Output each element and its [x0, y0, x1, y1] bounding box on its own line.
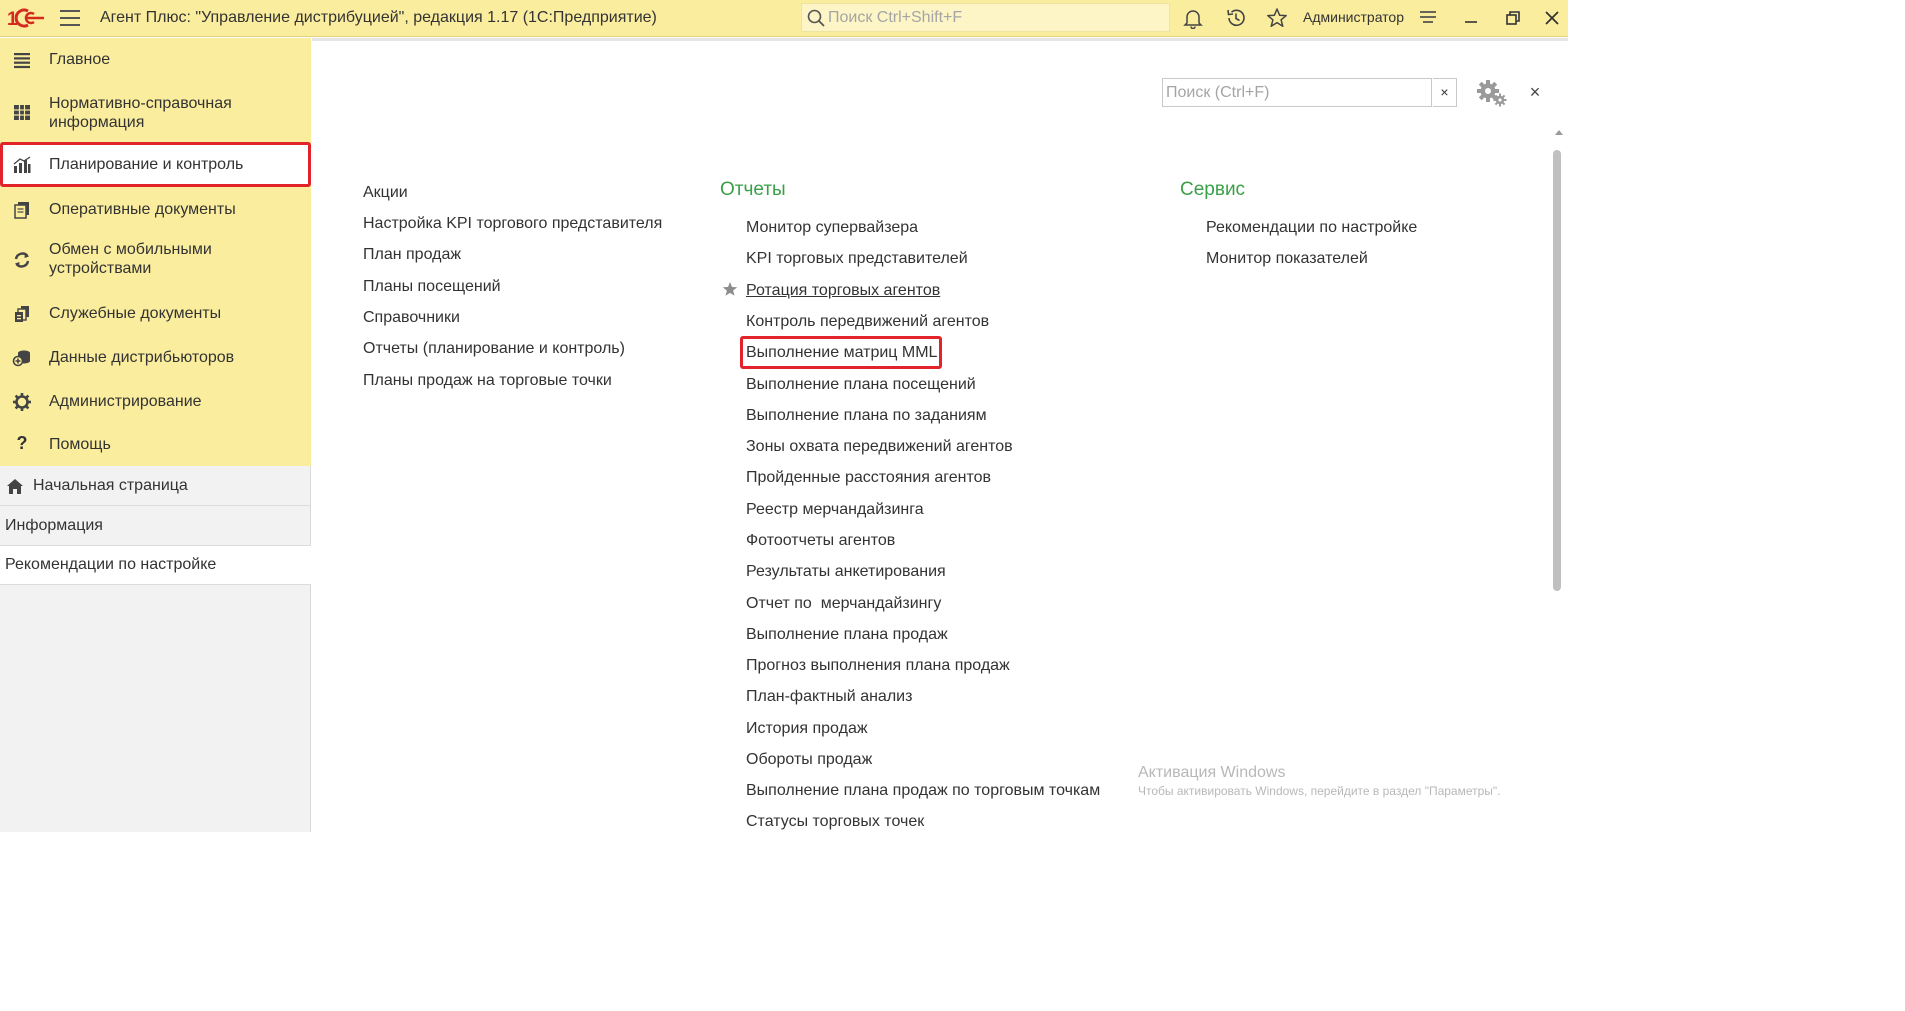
report-link[interactable]: План-фактный анализ [746, 688, 912, 706]
section-main[interactable]: Главное [0, 38, 311, 81]
question-icon: ? [16, 433, 28, 453]
home-page-link[interactable]: Начальная страница [0, 467, 311, 506]
section-mobile-exchange[interactable]: Обмен с мобильными устройствами [0, 234, 311, 284]
form-search[interactable] [1162, 78, 1432, 107]
link-promotions[interactable]: Акции [363, 184, 408, 202]
close-form-button[interactable]: × [1526, 83, 1544, 101]
global-search-input[interactable] [828, 7, 1163, 28]
information-label: Информация [5, 517, 103, 534]
report-link[interactable]: Выполнение плана по заданиям [746, 407, 987, 425]
main-content: × × Акции Настройка KPI торгового предст… [312, 38, 1568, 832]
minimize-icon[interactable] [1461, 8, 1481, 28]
report-link[interactable]: KPI торговых представителей [746, 250, 968, 268]
link-catalogs[interactable]: Справочники [363, 309, 460, 327]
section-service-docs[interactable]: Служебные документы [0, 293, 311, 334]
history-icon[interactable] [1225, 7, 1247, 29]
report-link[interactable]: Ротация торговых агентов [746, 282, 940, 300]
title-bar: 1 Агент Плюс: "Управление дистрибуцией",… [0, 0, 1568, 37]
section-label: Главное [49, 51, 111, 68]
table-icon [14, 105, 30, 120]
favorite-star-icon[interactable] [722, 281, 738, 297]
report-link[interactable]: Выполнение плана продаж [746, 626, 948, 644]
activation-title: Активация Windows [1138, 764, 1286, 781]
1c-logo-icon[interactable]: 1 [6, 7, 46, 29]
section-label: Администрирование [49, 393, 202, 410]
home-page-label: Начальная страница [33, 477, 188, 494]
clear-search-button[interactable]: × [1433, 78, 1457, 107]
sidebar: Главное Нормативно-справочная информация… [0, 38, 311, 832]
report-link[interactable]: Фотоотчеты агентов [746, 532, 895, 550]
menu-icon[interactable] [60, 10, 80, 26]
section-label: Помощь [49, 436, 111, 453]
service-link[interactable]: Рекомендации по настройке [1206, 219, 1417, 237]
section-operational-docs[interactable]: Оперативные документы [0, 189, 311, 230]
report-link[interactable]: История продаж [746, 720, 868, 738]
section-distributor-data[interactable]: Данные дистрибьюторов [0, 337, 311, 378]
link-outlet-sales-plans[interactable]: Планы продаж на торговые точки [363, 372, 612, 390]
report-link[interactable]: Пройденные расстояния агентов [746, 469, 991, 487]
section-label: Обмен с мобильными устройствами [49, 241, 212, 277]
documents-icon [14, 202, 29, 219]
user-name[interactable]: Администратор [1303, 9, 1404, 25]
link-visit-plans[interactable]: Планы посещений [363, 278, 501, 296]
link-planning-reports[interactable]: Отчеты (планирование и контроль) [363, 340, 625, 358]
report-link[interactable]: Прогноз выполнения плана продаж [746, 657, 1010, 675]
vertical-scrollbar[interactable] [1551, 130, 1568, 832]
top-separator [312, 38, 1568, 41]
report-link-mml[interactable]: Выполнение матриц MML [746, 344, 937, 362]
section-label: Нормативно-справочная информация [49, 95, 232, 131]
section-help[interactable]: ? Помощь [0, 424, 311, 465]
sync-icon [14, 252, 30, 268]
report-link[interactable]: Реестр мерчандайзинга [746, 501, 924, 519]
report-link[interactable]: Обороты продаж [746, 751, 872, 769]
link-sales-plan[interactable]: План продаж [363, 246, 461, 264]
section-label: Служебные документы [49, 305, 222, 322]
report-link[interactable]: Статусы торговых точек [746, 813, 924, 831]
windows-activation-watermark: Активация Windows Чтобы активировать Win… [1138, 764, 1501, 798]
settings-lines-icon[interactable] [1418, 8, 1438, 28]
information-link[interactable]: Информация [0, 507, 311, 546]
form-search-input[interactable] [1166, 83, 1428, 103]
gear-icon [13, 393, 31, 411]
restore-icon[interactable] [1503, 8, 1523, 28]
setup-recommendations-label: Рекомендации по настройке [5, 556, 217, 573]
section-reference-info[interactable]: Нормативно-справочная информация [0, 88, 311, 138]
report-link[interactable]: Контроль передвижений агентов [746, 313, 989, 331]
scroll-thumb[interactable] [1553, 150, 1561, 591]
report-link[interactable]: Отчет по мерчандайзингу [746, 595, 941, 613]
active-section-highlight [0, 142, 311, 187]
link-kpi-setup[interactable]: Настройка KPI торгового представителя [363, 215, 662, 233]
report-link[interactable]: Выполнение плана посещений [746, 376, 976, 394]
report-link[interactable]: Результаты анкетирования [746, 563, 946, 581]
home-icon [7, 479, 23, 494]
service-header: Сервис [1180, 179, 1246, 200]
section-label: Оперативные документы [49, 201, 236, 218]
settings-gear-icon[interactable] [1474, 78, 1508, 108]
scroll-up-arrow[interactable] [1555, 130, 1563, 135]
close-icon[interactable] [1542, 8, 1562, 28]
report-link[interactable]: Выполнение плана продаж по торговым точк… [746, 782, 1100, 800]
activation-subtitle: Чтобы активировать Windows, перейдите в … [1138, 784, 1501, 798]
service-link[interactable]: Монитор показателей [1206, 250, 1368, 268]
app-title: Агент Плюс: "Управление дистрибуцией", р… [100, 9, 657, 26]
service-docs-icon [15, 306, 29, 322]
setup-recommendations-link[interactable]: Рекомендации по настройке [0, 546, 311, 585]
section-label: Данные дистрибьюторов [49, 349, 235, 366]
sections-panel: Главное Нормативно-справочная информация… [0, 38, 311, 466]
list-icon [14, 53, 30, 69]
distributor-icon [12, 350, 30, 367]
search-icon [807, 9, 825, 27]
reports-header: Отчеты [720, 179, 786, 200]
report-link[interactable]: Монитор супервайзера [746, 219, 918, 237]
star-icon[interactable] [1266, 7, 1288, 29]
bell-icon[interactable] [1182, 7, 1204, 29]
section-administration[interactable]: Администрирование [0, 381, 311, 422]
global-search[interactable] [801, 3, 1170, 32]
report-link[interactable]: Зоны охвата передвижений агентов [746, 438, 1013, 456]
